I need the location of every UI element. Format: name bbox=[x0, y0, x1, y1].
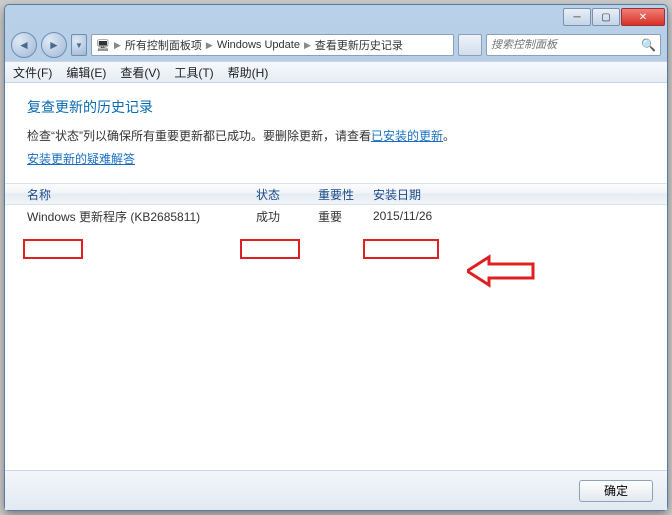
cell-importance: 重要 bbox=[312, 208, 367, 225]
menu-tools[interactable]: 工具(T) bbox=[174, 64, 213, 81]
monitor-icon: 🖥 bbox=[96, 39, 110, 52]
arrow-left-icon: ◄ bbox=[18, 38, 30, 52]
subtext-suffix: 。 bbox=[443, 129, 455, 143]
refresh-button[interactable] bbox=[458, 34, 482, 56]
troubleshoot-link[interactable]: 安装更新的疑难解答 bbox=[27, 150, 135, 167]
breadcrumb-item[interactable]: 查看更新历史记录 bbox=[315, 37, 403, 53]
window-controls: ─ ▢ ✕ bbox=[563, 8, 665, 26]
menu-bar: 文件(F) 编辑(E) 查看(V) 工具(T) 帮助(H) bbox=[5, 61, 667, 83]
table-header: 名称 状态 重要性 安装日期 bbox=[5, 183, 667, 205]
forward-button[interactable]: ► bbox=[41, 32, 67, 58]
col-header-date[interactable]: 安装日期 bbox=[367, 186, 477, 203]
col-header-status[interactable]: 状态 bbox=[250, 186, 312, 203]
chevron-right-icon: ▶ bbox=[206, 40, 213, 51]
breadcrumb-item[interactable]: 所有控制面板项 bbox=[125, 37, 202, 53]
close-button[interactable]: ✕ bbox=[621, 8, 665, 26]
menu-view[interactable]: 查看(V) bbox=[120, 64, 160, 81]
annotation-arrow bbox=[467, 251, 537, 291]
table-row[interactable]: Windows 更新程序 (KB2685811) 成功 重要 2015/11/2… bbox=[5, 205, 667, 227]
annotation-box bbox=[23, 239, 83, 259]
menu-edit[interactable]: 编辑(E) bbox=[66, 64, 106, 81]
search-icon: 🔍 bbox=[641, 38, 656, 52]
update-history-table: 名称 状态 重要性 安装日期 Windows 更新程序 (KB2685811) … bbox=[5, 183, 667, 227]
arrow-right-icon: ► bbox=[48, 38, 60, 52]
cell-name: Windows 更新程序 (KB2685811) bbox=[5, 208, 250, 225]
breadcrumb-item[interactable]: Windows Update bbox=[217, 39, 300, 51]
ok-button[interactable]: 确定 bbox=[579, 480, 653, 502]
installed-updates-link[interactable]: 已安装的更新 bbox=[371, 129, 443, 143]
content-area: 复查更新的历史记录 检查“状态”列以确保所有重要更新都已成功。要删除更新，请查看… bbox=[5, 83, 667, 470]
chevron-right-icon: ▶ bbox=[114, 40, 121, 51]
annotation-box bbox=[240, 239, 300, 259]
chevron-down-icon: ▼ bbox=[75, 41, 83, 50]
menu-help[interactable]: 帮助(H) bbox=[228, 64, 269, 81]
chevron-right-icon: ▶ bbox=[304, 40, 311, 51]
subtext-prefix: 检查“状态”列以确保所有重要更新都已成功。要删除更新，请查看 bbox=[27, 129, 371, 143]
col-header-importance[interactable]: 重要性 bbox=[312, 186, 367, 203]
annotation-box bbox=[363, 239, 439, 259]
titlebar: ─ ▢ ✕ bbox=[5, 5, 667, 29]
footer-bar: 确定 bbox=[5, 470, 667, 510]
search-box[interactable]: 🔍 bbox=[486, 34, 661, 56]
history-dropdown-button[interactable]: ▼ bbox=[71, 34, 87, 56]
page-title: 复查更新的历史记录 bbox=[27, 97, 645, 117]
col-header-name[interactable]: 名称 bbox=[5, 186, 250, 203]
back-button[interactable]: ◄ bbox=[11, 32, 37, 58]
menu-file[interactable]: 文件(F) bbox=[13, 64, 52, 81]
page-subtext: 检查“状态”列以确保所有重要更新都已成功。要删除更新，请查看已安装的更新。 bbox=[27, 127, 645, 144]
cell-date: 2015/11/26 bbox=[367, 209, 477, 223]
breadcrumb[interactable]: 🖥 ▶ 所有控制面板项 ▶ Windows Update ▶ 查看更新历史记录 bbox=[91, 34, 454, 56]
cell-status: 成功 bbox=[250, 208, 312, 225]
maximize-button[interactable]: ▢ bbox=[592, 8, 620, 26]
navigation-bar: ◄ ► ▼ 🖥 ▶ 所有控制面板项 ▶ Windows Update ▶ 查看更… bbox=[5, 29, 667, 61]
search-input[interactable] bbox=[491, 39, 621, 51]
minimize-button[interactable]: ─ bbox=[563, 8, 591, 26]
